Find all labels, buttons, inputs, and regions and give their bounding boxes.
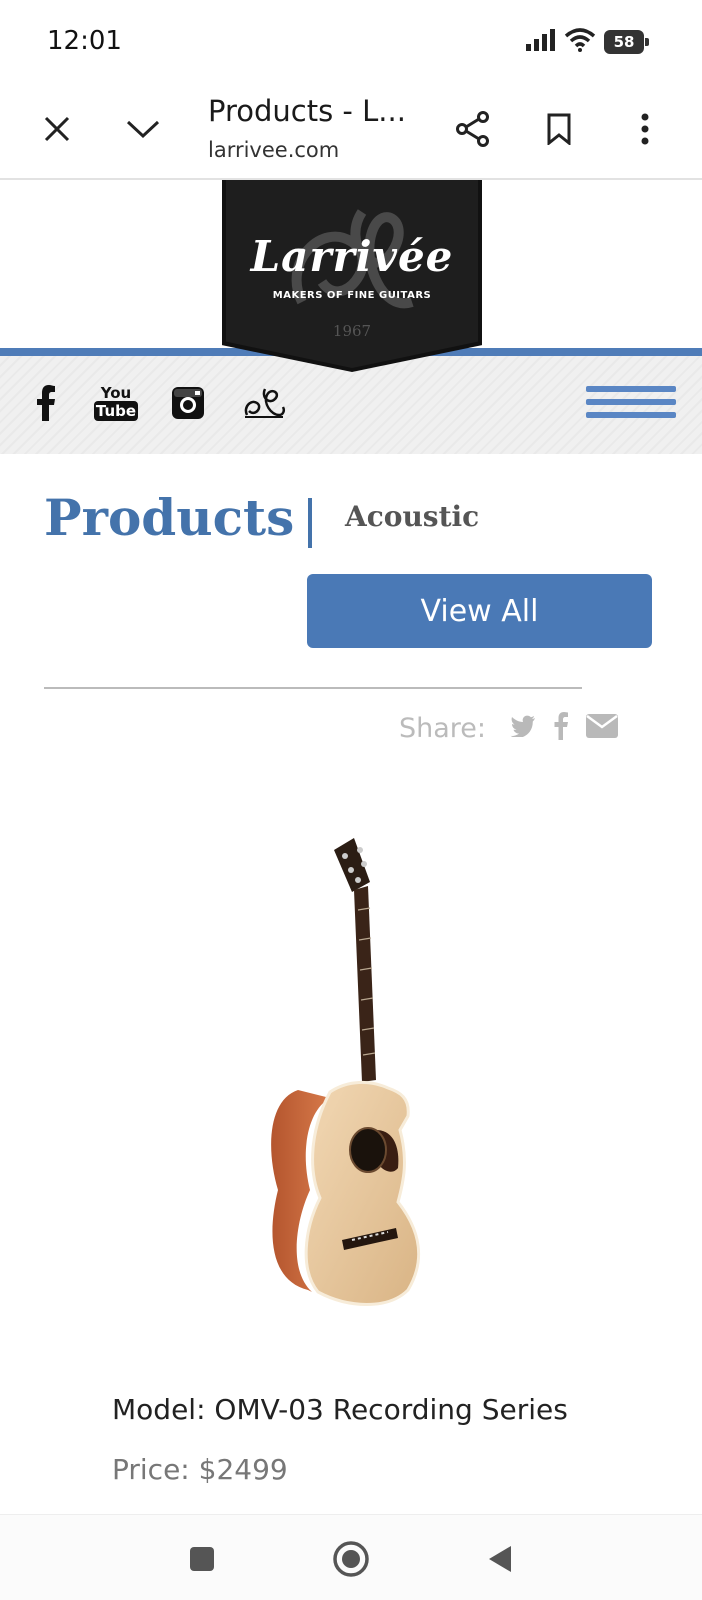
view-all-button[interactable]: View All (307, 574, 652, 648)
content-divider (44, 687, 582, 689)
heading-divider (308, 498, 312, 548)
share-icon[interactable] (448, 104, 498, 154)
logo-year: 1967 (332, 322, 372, 340)
home-icon[interactable] (329, 1537, 373, 1581)
site-header: You Tube Larrivée MAKERS OF FINE GUITARS… (0, 180, 702, 454)
product-image[interactable] (248, 830, 508, 1370)
instagram-icon[interactable] (170, 378, 206, 428)
hamburger-menu-icon[interactable] (586, 386, 676, 425)
logo-script-text: Larrivée (250, 232, 454, 281)
browser-toolbar: Products - L... larrivee.com (0, 82, 702, 180)
twitter-icon[interactable] (510, 715, 536, 741)
close-icon[interactable] (32, 104, 82, 154)
chevron-down-icon[interactable] (118, 104, 168, 154)
logo-tagline: MAKERS OF FINE GUITARS (272, 290, 432, 301)
larrivee-monogram-icon[interactable] (240, 378, 288, 428)
email-icon[interactable] (586, 714, 618, 742)
product-price: Price: $2499 (112, 1453, 288, 1486)
wifi-icon (564, 28, 596, 56)
more-vert-icon[interactable] (620, 104, 670, 154)
system-nav-bar (0, 1514, 702, 1600)
facebook-share-icon[interactable] (554, 712, 568, 744)
page-title: Products (44, 488, 295, 547)
status-bar: 12:01 58 (0, 0, 702, 82)
site-logo[interactable]: Larrivée MAKERS OF FINE GUITARS 1967 (226, 180, 478, 368)
status-time: 12:01 (47, 26, 122, 56)
page-tab-title[interactable]: Products - L... (208, 94, 406, 128)
share-row: Share: (399, 712, 618, 744)
share-label: Share: (398, 712, 486, 744)
status-icons: 58 (526, 28, 649, 56)
facebook-icon[interactable] (34, 378, 58, 428)
product-model: Model: OMV-03 Recording Series (112, 1393, 568, 1426)
recents-icon[interactable] (180, 1537, 224, 1581)
battery-icon: 58 (604, 30, 649, 54)
url-display[interactable]: larrivee.com (208, 138, 339, 162)
signal-icon (526, 29, 556, 55)
category-label: Acoustic (345, 500, 480, 533)
back-icon[interactable] (478, 1537, 522, 1581)
bookmark-icon[interactable] (534, 104, 584, 154)
youtube-top-text: You (100, 384, 132, 402)
youtube-bottom-text: Tube (93, 401, 139, 421)
youtube-icon[interactable]: You Tube (93, 378, 139, 428)
